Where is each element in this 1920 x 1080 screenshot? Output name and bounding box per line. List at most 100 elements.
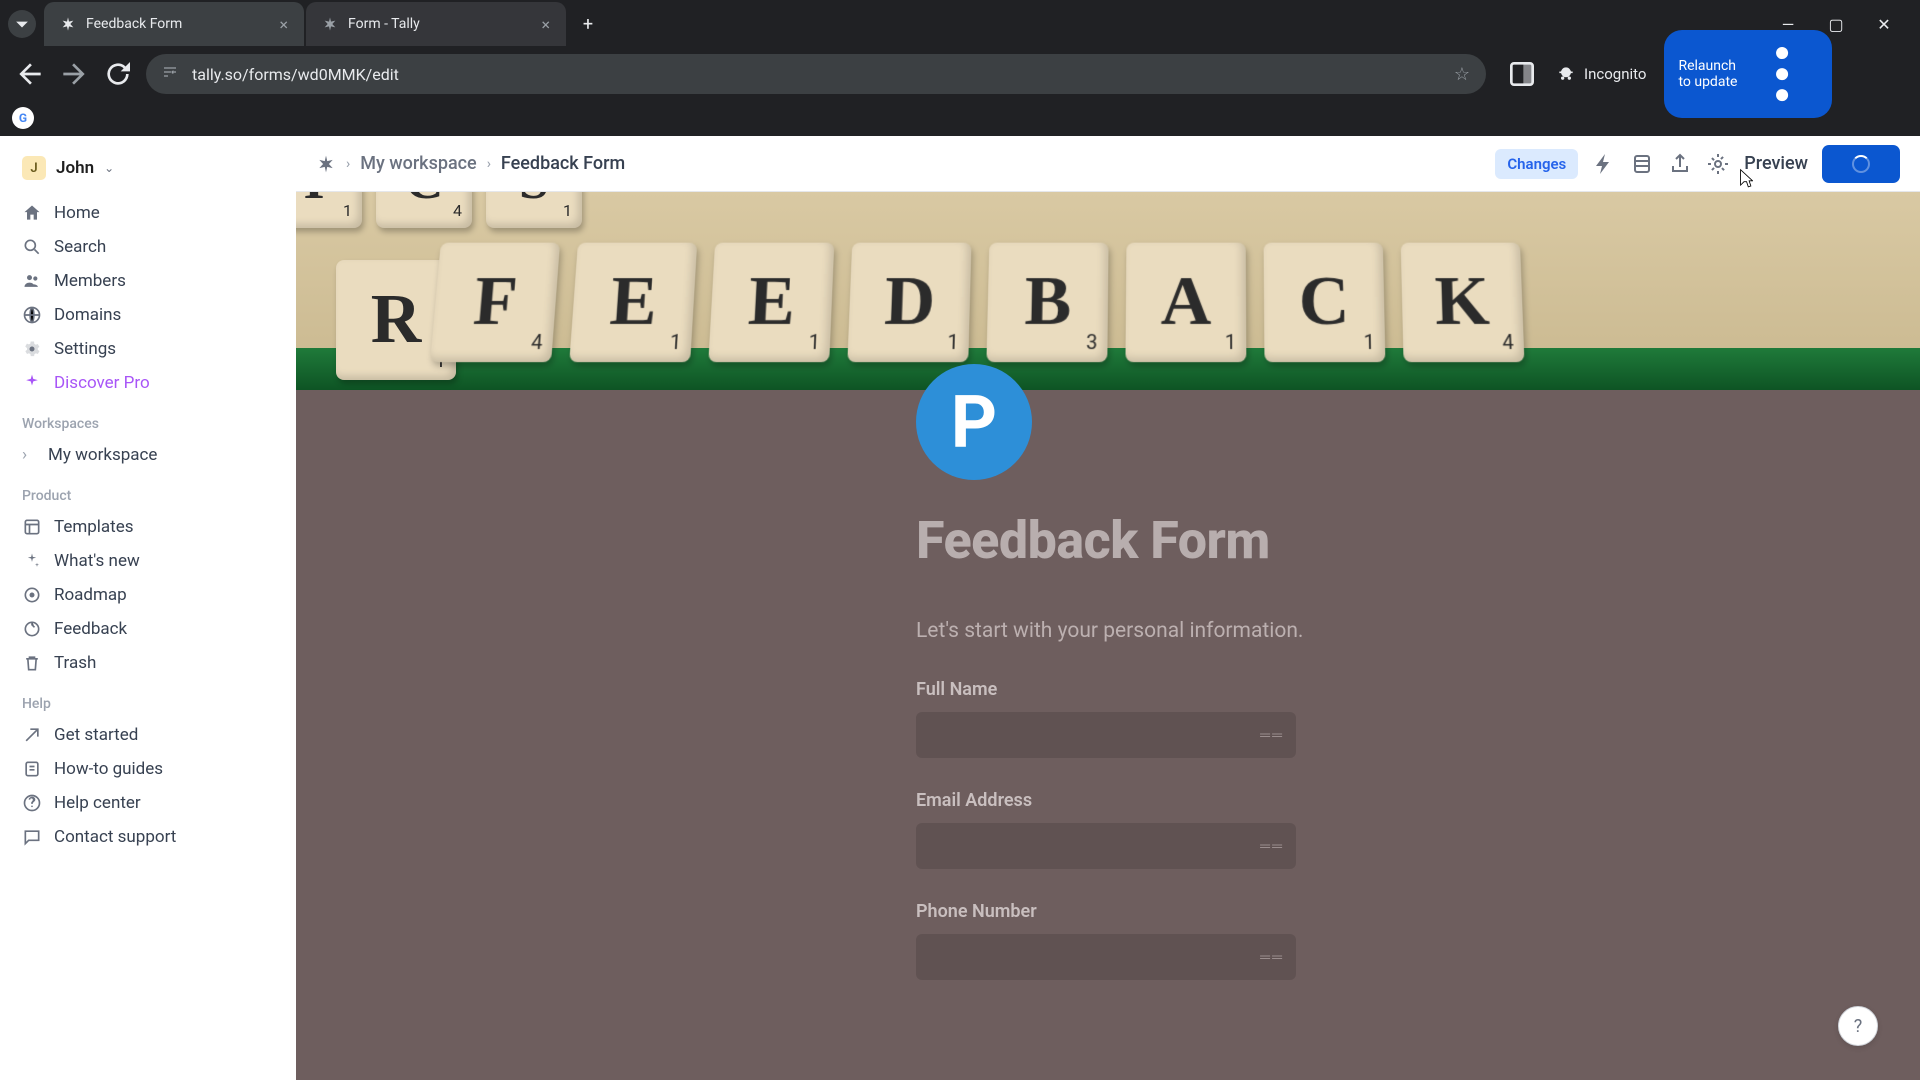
scrabble-tile: E1	[569, 243, 697, 362]
sidebar-section-help: Help	[14, 680, 282, 718]
sidebar-item-label: Templates	[54, 517, 134, 537]
chevron-right-icon: ›	[487, 156, 491, 172]
changes-button[interactable]: Changes	[1495, 149, 1578, 179]
form-settings-button[interactable]	[1630, 152, 1654, 176]
sidebar-item-discover-pro[interactable]: Discover Pro	[14, 366, 282, 400]
breadcrumb-form[interactable]: Feedback Form	[501, 153, 625, 174]
workspace-item[interactable]: › My workspace	[14, 438, 282, 472]
feedback-icon	[22, 619, 42, 639]
more-vert-icon	[1746, 38, 1818, 110]
help-fab-label: ?	[1854, 1016, 1863, 1037]
incognito-icon	[1556, 64, 1576, 84]
sidebar-item-label: Search	[54, 237, 106, 257]
changes-label: Changes	[1507, 155, 1566, 173]
sidebar-item-feedback[interactable]: Feedback	[14, 612, 282, 646]
google-bookmark[interactable]: G	[12, 107, 34, 129]
close-window-button[interactable]: ✕	[1872, 15, 1896, 34]
sidebar-item-label: How-to guides	[54, 759, 163, 779]
browser-tab[interactable]: Form - Tally ×	[306, 2, 566, 46]
sidebar-item-settings[interactable]: Settings	[14, 332, 282, 366]
arrow-left-icon	[14, 58, 46, 90]
form-field[interactable]: Full Name ══	[916, 679, 1920, 758]
sidebar-item-domains[interactable]: Domains	[14, 298, 282, 332]
preview-button[interactable]: Preview	[1744, 153, 1808, 174]
sidebar-item-contact[interactable]: Contact support	[14, 820, 282, 854]
address-bar[interactable]: tally.so/forms/wd0MMK/edit ☆	[146, 54, 1486, 94]
tally-logo-icon[interactable]	[316, 154, 336, 174]
sidebar-item-templates[interactable]: Templates	[14, 510, 282, 544]
relaunch-button[interactable]: Relaunch to update	[1664, 30, 1832, 118]
field-label: Phone Number	[916, 901, 1920, 922]
cover-image[interactable]: I1 C4 S1 R1 F4 E1 E1 D1 B3 A1 C1 K4	[296, 192, 1920, 390]
drag-handle-icon[interactable]: ══	[1260, 949, 1284, 966]
form-logo[interactable]: P	[916, 364, 1032, 480]
domains-icon	[22, 305, 42, 325]
sidebar-item-help-center[interactable]: Help center	[14, 786, 282, 820]
scrabble-tile: K4	[1401, 243, 1525, 362]
forward-button[interactable]	[58, 58, 90, 90]
drag-handle-icon[interactable]: ══	[1260, 838, 1284, 855]
share-button[interactable]	[1668, 152, 1692, 176]
field-label: Email Address	[916, 790, 1920, 811]
incognito-label: Incognito	[1584, 65, 1646, 83]
back-button[interactable]	[14, 58, 46, 90]
site-info-icon[interactable]	[162, 64, 178, 84]
full-name-input[interactable]: ══	[916, 712, 1296, 758]
tab-close-button[interactable]: ×	[541, 15, 550, 34]
chat-icon	[22, 827, 42, 847]
search-icon	[22, 237, 42, 257]
tab-search-button[interactable]	[8, 10, 36, 38]
reload-button[interactable]	[102, 58, 134, 90]
sidebar-item-roadmap[interactable]: Roadmap	[14, 578, 282, 612]
form-title[interactable]: Feedback Form	[916, 510, 1920, 571]
sidebar-item-label: Contact support	[54, 827, 176, 847]
scrabble-tile: D1	[847, 243, 971, 362]
incognito-indicator[interactable]: Incognito	[1556, 64, 1646, 84]
new-tab-button[interactable]: +	[574, 10, 602, 38]
integrations-button[interactable]	[1592, 152, 1616, 176]
panel-icon	[1506, 58, 1538, 90]
breadcrumb: › My workspace › Feedback Form	[346, 153, 625, 174]
form-field[interactable]: Email Address ══	[916, 790, 1920, 869]
panel-button[interactable]	[1506, 58, 1538, 90]
drag-handle-icon[interactable]: ══	[1260, 727, 1284, 744]
help-fab-button[interactable]: ?	[1838, 1006, 1878, 1046]
tab-close-button[interactable]: ×	[279, 15, 288, 34]
scrabble-tile: C4	[376, 192, 472, 228]
sidebar-section-product: Product	[14, 472, 282, 510]
bookmark-button[interactable]: ☆	[1454, 64, 1470, 85]
sidebar-item-search[interactable]: Search	[14, 230, 282, 264]
relaunch-label: Relaunch to update	[1678, 58, 1740, 90]
tab-favicon	[60, 16, 76, 32]
publish-button[interactable]	[1822, 145, 1900, 183]
sidebar-item-get-started[interactable]: Get started	[14, 718, 282, 752]
sidebar-item-guides[interactable]: How-to guides	[14, 752, 282, 786]
roadmap-icon	[22, 585, 42, 605]
bolt-icon	[1592, 152, 1616, 176]
user-menu[interactable]: J John ⌄	[14, 150, 282, 186]
form-icon	[1630, 152, 1654, 176]
settings-button[interactable]	[1706, 152, 1730, 176]
form-description[interactable]: Let's start with your personal informati…	[916, 619, 1920, 643]
logo-letter: P	[951, 380, 997, 465]
gear-icon	[1706, 152, 1730, 176]
browser-tab-active[interactable]: Feedback Form ×	[44, 2, 304, 46]
sidebar-item-label: Help center	[54, 793, 141, 813]
sidebar-item-label: Home	[54, 203, 100, 223]
home-icon	[22, 203, 42, 223]
sidebar-item-home[interactable]: Home	[14, 196, 282, 230]
chevron-right-icon: ›	[346, 156, 350, 172]
sidebar-item-trash[interactable]: Trash	[14, 646, 282, 680]
sidebar-section-workspaces: Workspaces	[14, 400, 282, 438]
preview-label: Preview	[1744, 153, 1808, 174]
email-input[interactable]: ══	[916, 823, 1296, 869]
browser-toolbar: tally.so/forms/wd0MMK/edit ☆ Incognito R…	[0, 48, 1920, 100]
chevron-down-icon: ⌄	[104, 161, 114, 175]
sidebar-item-label: What's new	[54, 551, 140, 571]
form-field[interactable]: Phone Number ══	[916, 901, 1920, 980]
sidebar: J John ⌄ Home Search Members Domains Set…	[0, 136, 296, 1080]
phone-input[interactable]: ══	[916, 934, 1296, 980]
sidebar-item-members[interactable]: Members	[14, 264, 282, 298]
sidebar-item-whats-new[interactable]: What's new	[14, 544, 282, 578]
breadcrumb-workspace[interactable]: My workspace	[360, 153, 476, 174]
